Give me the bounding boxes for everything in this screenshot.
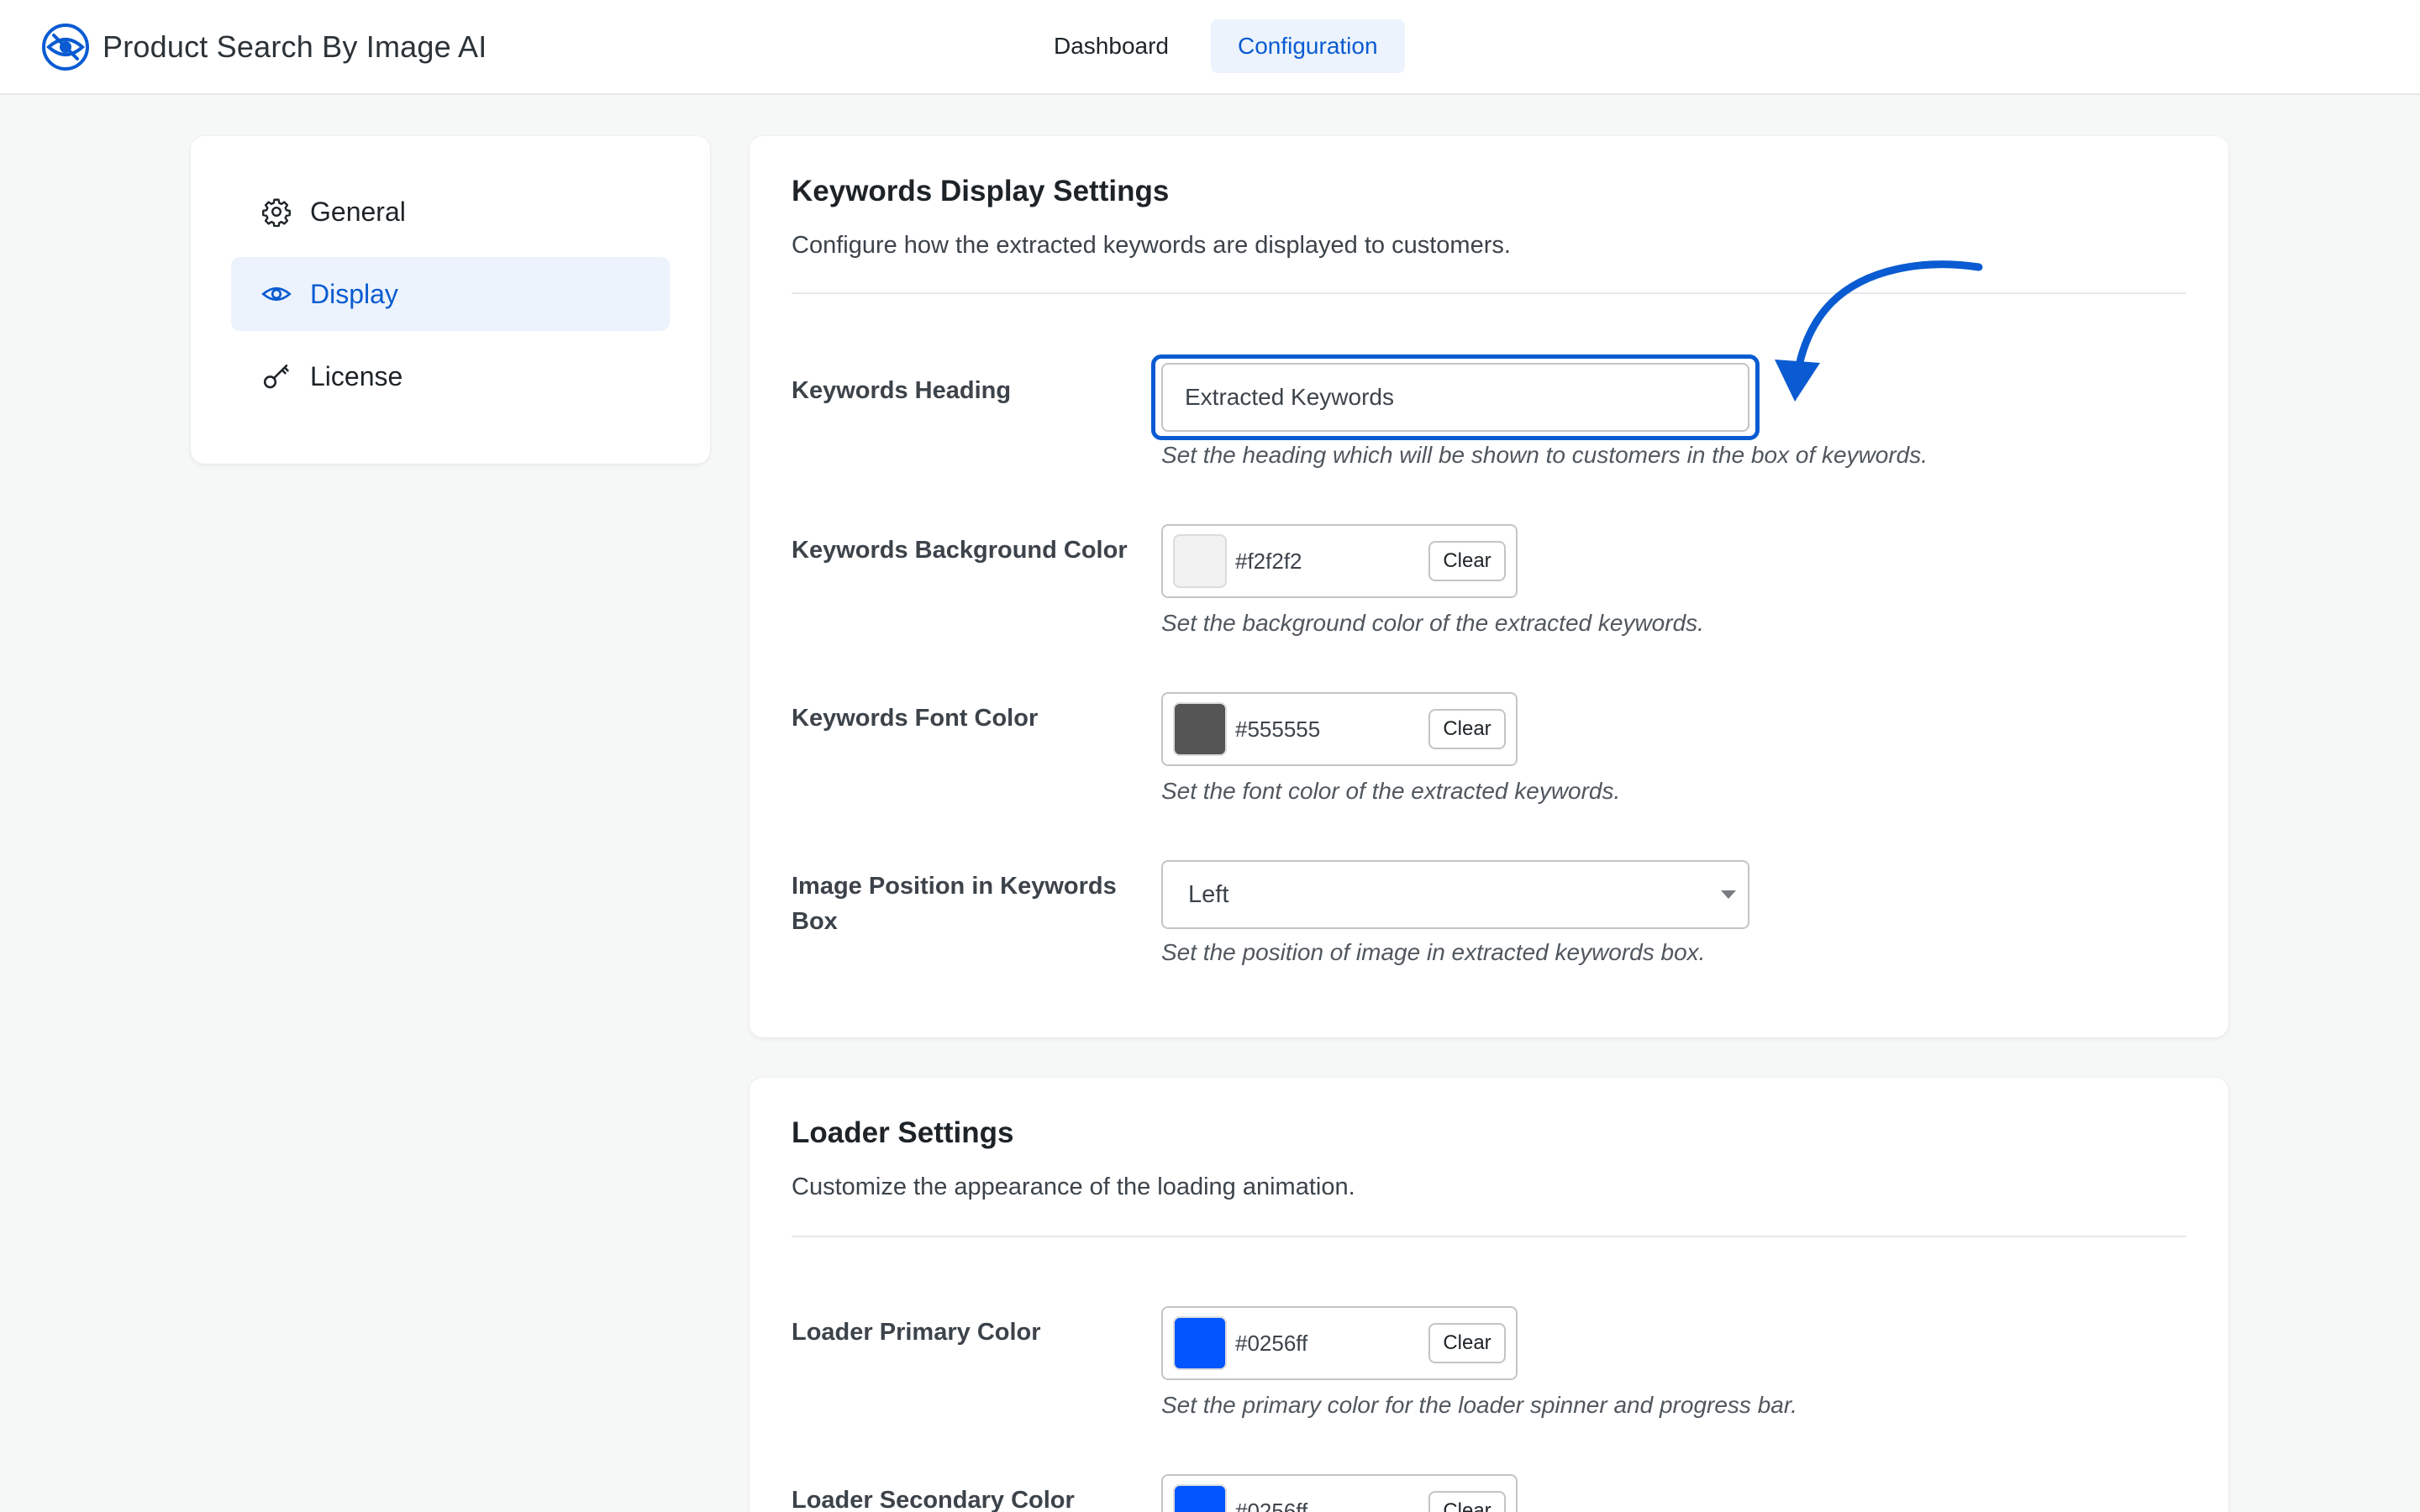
section-divider <box>792 1236 2186 1237</box>
color-swatch[interactable] <box>1173 1316 1227 1370</box>
key-icon <box>261 361 292 391</box>
keywords-background-color-help: Set the background color of the extracte… <box>1161 610 1704 636</box>
section-title: Loader Settings <box>792 1116 1014 1149</box>
loader-secondary-color-label: Loader Secondary Color <box>792 1487 1075 1512</box>
keywords-background-color-picker[interactable]: #f2f2f2 Clear <box>1161 524 1518 598</box>
top-bar: Product Search By Image AI Dashboard Con… <box>0 0 2420 95</box>
app-title: Product Search By Image AI <box>103 29 487 64</box>
annotation-arrow-icon <box>1775 260 1983 402</box>
tab-dashboard[interactable]: Dashboard <box>1027 19 1196 73</box>
keywords-heading-label: Keywords Heading <box>792 377 1012 404</box>
top-nav: Dashboard Configuration <box>1027 19 1405 73</box>
chevron-down-icon <box>1721 890 1736 899</box>
select-value: Left <box>1188 881 1229 908</box>
eye-icon <box>261 279 292 309</box>
loader-primary-color-label: Loader Primary Color <box>792 1319 1041 1346</box>
color-hex-value[interactable]: #f2f2f2 <box>1235 526 1302 596</box>
sidebar-item-display[interactable]: Display <box>231 257 670 331</box>
color-swatch[interactable] <box>1173 1484 1227 1512</box>
keywords-font-color-picker[interactable]: #555555 Clear <box>1161 692 1518 766</box>
sidebar-item-label: License <box>310 360 403 391</box>
loader-secondary-color-picker[interactable]: #0256ff Clear <box>1161 1474 1518 1512</box>
sidebar-item-label: Display <box>310 278 398 309</box>
sidebar-item-general[interactable]: General <box>231 175 670 249</box>
clear-button[interactable]: Clear <box>1428 1491 1506 1512</box>
keywords-font-color-label: Keywords Font Color <box>792 705 1039 732</box>
keywords-background-color-label: Keywords Background Color <box>792 537 1128 564</box>
sidebar-item-label: General <box>310 196 406 227</box>
section-description: Customize the appearance of the loading … <box>792 1173 1355 1200</box>
keywords-font-color-help: Set the font color of the extracted keyw… <box>1161 778 1621 804</box>
loader-settings-card: Loader Settings Customize the appearance… <box>750 1078 2228 1512</box>
color-swatch[interactable] <box>1173 534 1227 588</box>
keywords-heading-help: Set the heading which will be shown to c… <box>1161 442 1928 468</box>
image-position-help: Set the position of image in extracted k… <box>1161 939 1706 965</box>
clear-button[interactable]: Clear <box>1428 1323 1506 1363</box>
image-position-select[interactable]: Left <box>1161 860 1749 929</box>
image-position-label: Image Position in Keywords Box <box>792 873 1117 935</box>
sidebar-item-license[interactable]: License <box>231 339 670 413</box>
clear-button[interactable]: Clear <box>1428 541 1506 581</box>
keywords-heading-input[interactable] <box>1161 363 1749 432</box>
color-hex-value[interactable]: #0256ff <box>1235 1476 1307 1512</box>
app-logo-icon <box>40 22 91 72</box>
keywords-display-settings-card: Keywords Display Settings Configure how … <box>750 136 2228 1037</box>
loader-primary-color-help: Set the primary color for the loader spi… <box>1161 1392 1797 1418</box>
color-hex-value[interactable]: #0256ff <box>1235 1308 1307 1378</box>
gear-icon <box>261 197 292 227</box>
settings-sidebar: General Display License <box>191 136 710 464</box>
clear-button[interactable]: Clear <box>1428 709 1506 749</box>
section-title: Keywords Display Settings <box>792 175 1170 207</box>
color-hex-value[interactable]: #555555 <box>1235 694 1320 764</box>
color-swatch[interactable] <box>1173 702 1227 756</box>
loader-primary-color-picker[interactable]: #0256ff Clear <box>1161 1306 1518 1380</box>
section-description: Configure how the extracted keywords are… <box>792 232 1511 259</box>
brand[interactable]: Product Search By Image AI <box>40 22 487 72</box>
tab-configuration[interactable]: Configuration <box>1210 19 1405 73</box>
